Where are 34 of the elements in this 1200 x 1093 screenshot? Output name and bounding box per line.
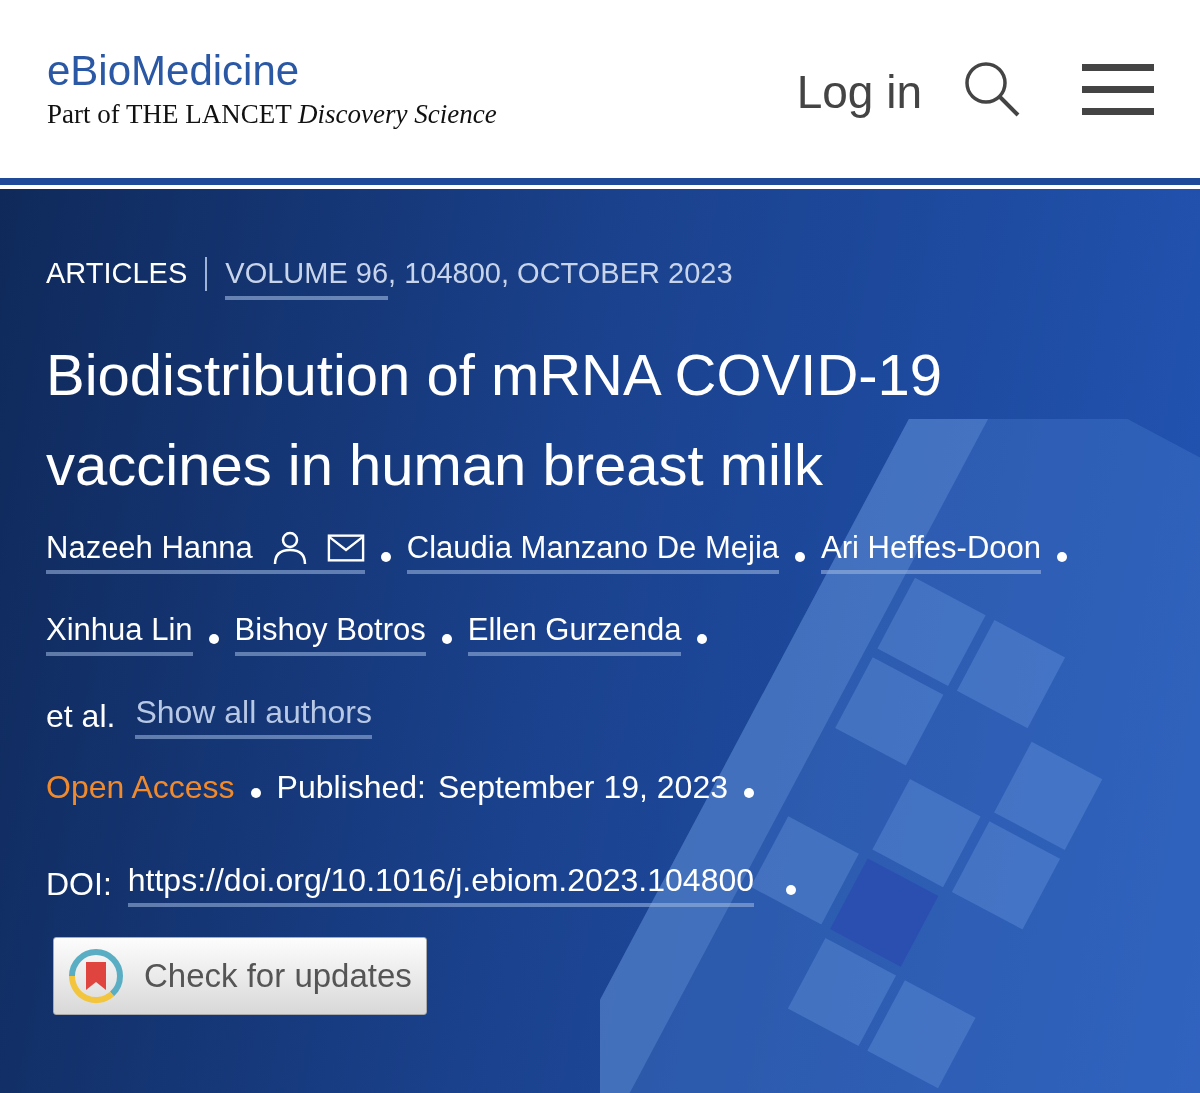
check-for-updates-button[interactable]: Check for updates bbox=[53, 937, 427, 1015]
bullet-icon bbox=[380, 552, 391, 562]
bullet-icon bbox=[697, 634, 708, 644]
doi-link[interactable]: https://doi.org/10.1016/j.ebiom.2023.104800 bbox=[127, 862, 755, 907]
journal-subtitle: Part of THE LANCET Discovery Science bbox=[47, 98, 497, 130]
bullet-icon bbox=[786, 884, 797, 895]
author-link[interactable]: Nazeeh Hanna bbox=[46, 530, 365, 574]
citation-text: , 104800, OCTOBER 2023 bbox=[388, 257, 733, 290]
show-all-authors-link[interactable]: Show all authors bbox=[135, 694, 372, 739]
menu-icon[interactable] bbox=[1082, 62, 1154, 116]
open-access-label: Open Access bbox=[46, 769, 235, 806]
search-icon[interactable] bbox=[962, 59, 1022, 119]
article-title: Biodistribution of mRNA COVID-19 vaccines in human breast milk bbox=[46, 341, 944, 499]
et-al-text: et al. bbox=[46, 698, 116, 735]
author-link[interactable]: Ari Heffes-Doon bbox=[821, 530, 1041, 574]
author-link[interactable]: Claudia Manzano De Mejia bbox=[406, 530, 780, 574]
bullet-icon bbox=[250, 787, 261, 798]
author-link[interactable]: Bishoy Botros bbox=[234, 612, 426, 656]
article-type: ARTICLES bbox=[46, 257, 188, 290]
bullet-icon bbox=[1057, 552, 1067, 562]
bullet-icon bbox=[208, 634, 219, 644]
author-link[interactable]: Ellen Gurzenda bbox=[467, 612, 682, 656]
login-link[interactable]: Log in bbox=[796, 65, 922, 119]
bullet-icon bbox=[795, 552, 806, 562]
bullet-icon bbox=[441, 634, 452, 644]
mail-icon[interactable] bbox=[326, 531, 365, 565]
published-label: Published: bbox=[276, 769, 426, 806]
published-date: September 19, 2023 bbox=[438, 769, 728, 806]
bookmark-icon bbox=[68, 948, 124, 1004]
journal-name[interactable]: eBioMedicine bbox=[47, 48, 497, 95]
volume-link[interactable]: VOLUME 96 bbox=[225, 257, 389, 300]
doi-label: DOI: bbox=[46, 866, 112, 903]
bullet-icon bbox=[743, 787, 754, 798]
author-link[interactable]: Xinhua Lin bbox=[46, 612, 193, 656]
